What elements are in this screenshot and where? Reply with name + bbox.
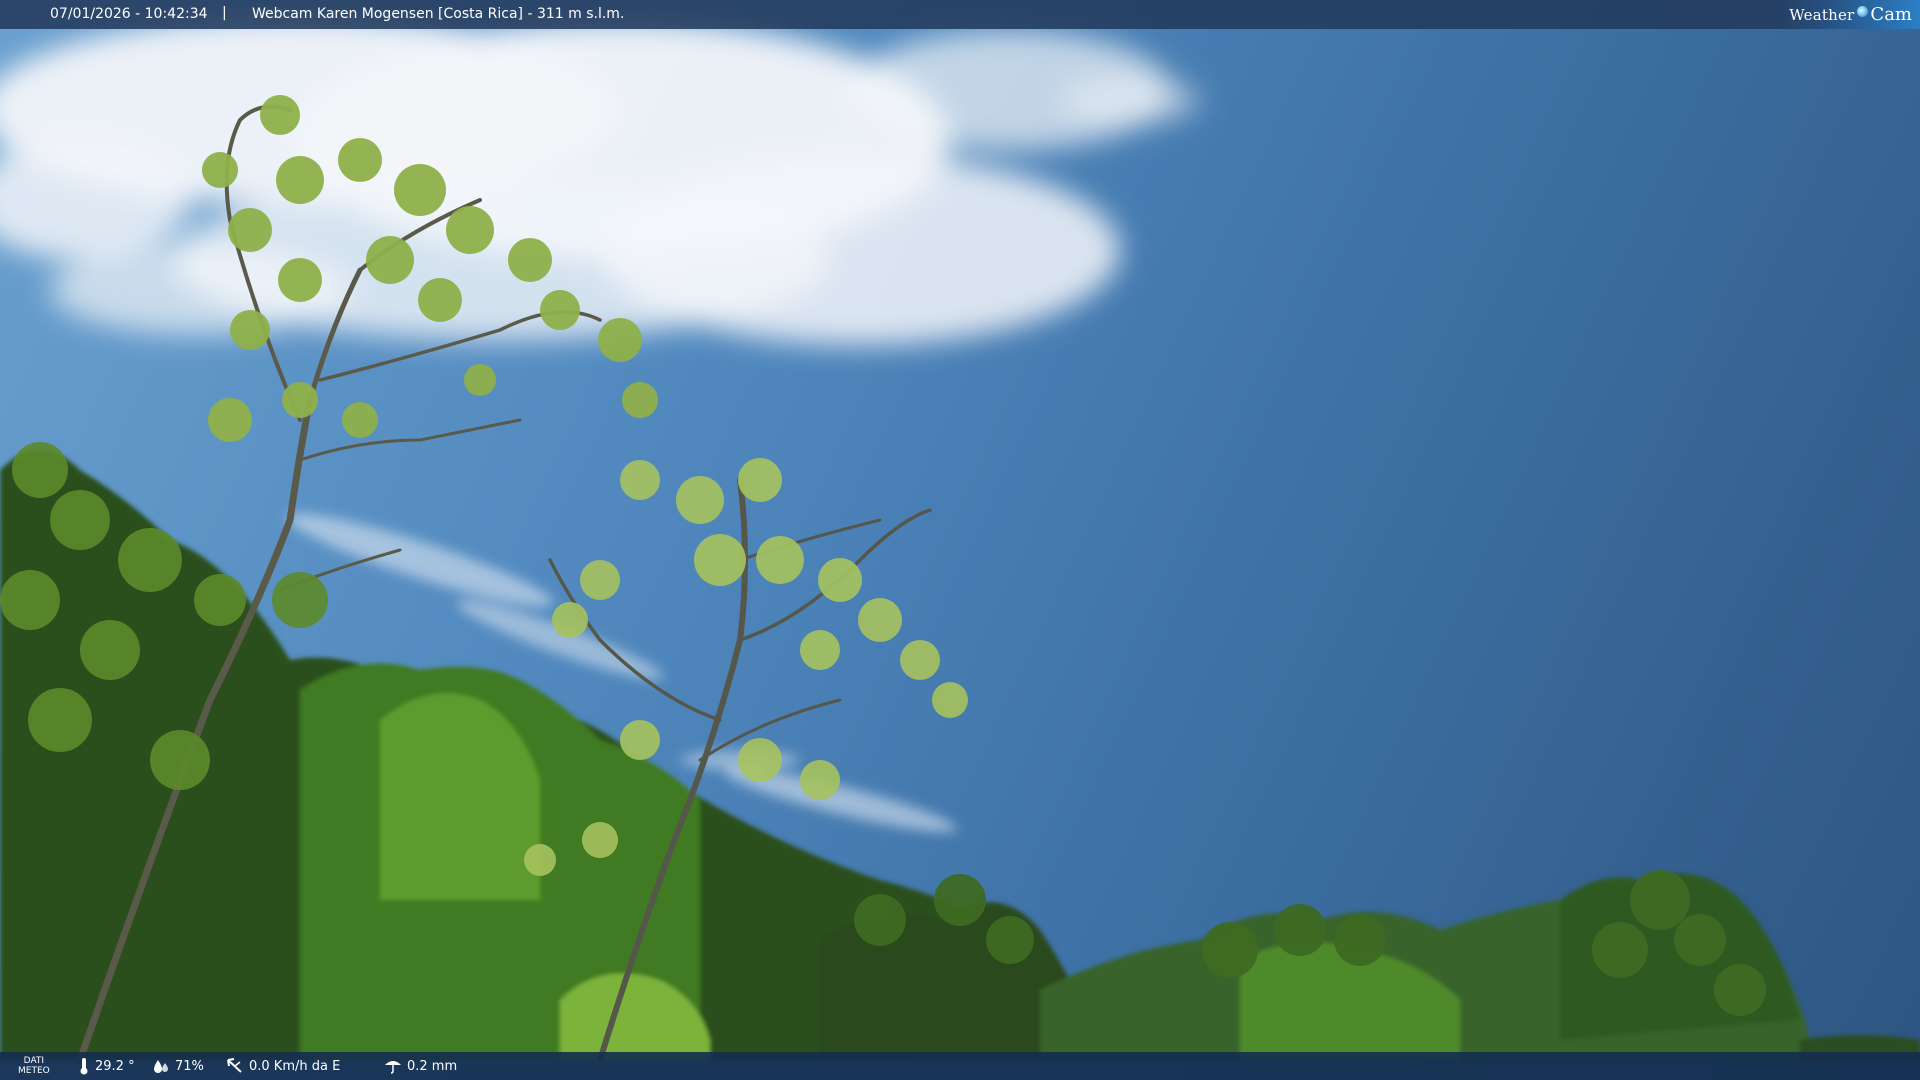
webcam-title: Webcam Karen Mogensen [Costa Rica] - 311… — [252, 6, 625, 22]
info-separator: | — [222, 5, 227, 21]
wind-value: 0.0 Km/h da E — [249, 1058, 341, 1074]
brand-word-weather: Weather — [1789, 5, 1855, 24]
weathercam-logo: Weather Cam — [1779, 0, 1920, 29]
brand-word-cam: Cam — [1870, 4, 1912, 25]
weather-label-line2: METEO — [18, 1066, 50, 1076]
rain-icon — [385, 1061, 401, 1074]
weather-label-line1: DATI — [23, 1056, 45, 1066]
webcam-frame: 07/01/2026 - 10:42:34 | Webcam Karen Mog… — [0, 0, 1920, 1080]
humidity-readout: 71% — [152, 1052, 204, 1080]
wind-readout: 0.0 Km/h da E — [226, 1052, 340, 1080]
webcam-info-bar: 07/01/2026 - 10:42:34 | Webcam Karen Mog… — [0, 0, 1920, 29]
camera-lens-icon — [1857, 6, 1869, 17]
temperature-readout: 29.2 ° — [78, 1052, 135, 1080]
vegetation — [0, 95, 1920, 1064]
weather-data-bar: DATI METEO 29.2 ° 71% 0.0 Km/h da E 0.2 … — [0, 1052, 1920, 1080]
humidity-icon — [154, 1060, 168, 1073]
capture-datetime: 07/01/2026 - 10:42:34 — [50, 6, 208, 22]
rain-readout: 0.2 mm — [384, 1052, 457, 1080]
wind-icon — [227, 1058, 242, 1073]
humidity-value: 71% — [175, 1058, 204, 1074]
rain-value: 0.2 mm — [407, 1058, 458, 1074]
weather-data-label: DATI METEO — [18, 1052, 50, 1080]
temperature-value: 29.2 ° — [95, 1058, 135, 1074]
thermometer-icon — [80, 1058, 88, 1075]
